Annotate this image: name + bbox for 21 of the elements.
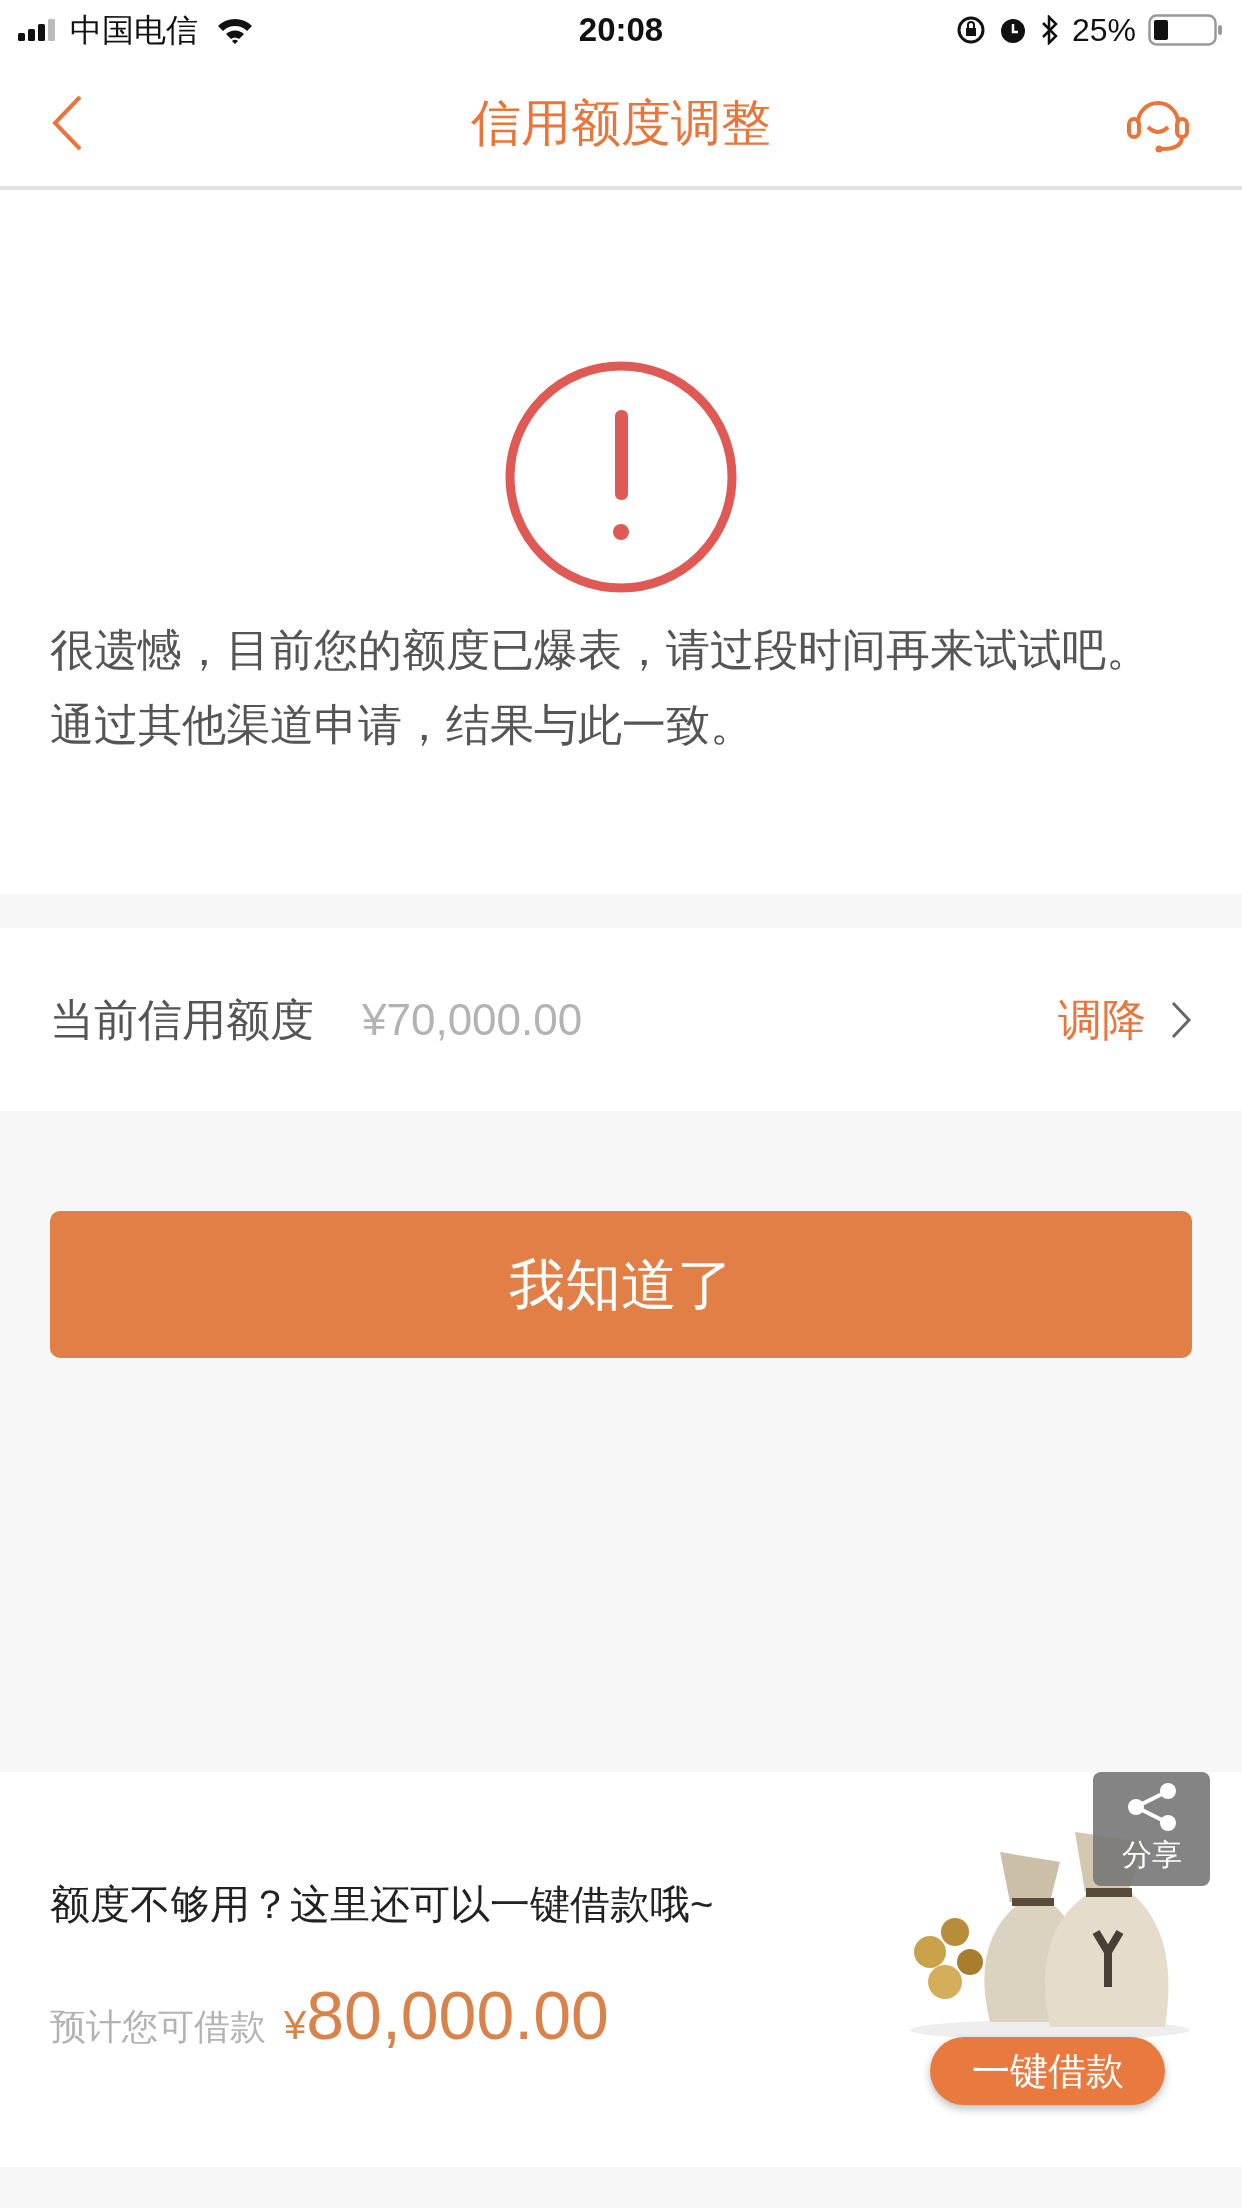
back-icon[interactable] bbox=[50, 94, 84, 152]
promo-headline: 额度不够用？这里还可以一键借款哦~ bbox=[50, 1880, 714, 1928]
clock-time: 20:08 bbox=[578, 10, 664, 51]
error-message: 很遗憾，目前您的额度已爆表，请过段时间再来试试吧。通过其他渠道申请，结果与此一致。 bbox=[49, 624, 1151, 751]
rotation-lock-icon bbox=[955, 15, 986, 45]
credit-limit-label: 当前信用额度 bbox=[50, 993, 314, 1046]
loan-amount: ¥80,000.00 bbox=[284, 1975, 609, 2055]
battery-icon bbox=[1148, 14, 1224, 46]
battery-percent: 25% bbox=[1071, 11, 1136, 50]
wifi-icon bbox=[216, 16, 254, 44]
decrease-link[interactable]: 调降 bbox=[1058, 986, 1192, 1053]
estimate-label: 预计您可借款 bbox=[50, 2004, 266, 2049]
quick-loan-button[interactable]: 一键借款 bbox=[930, 2037, 1165, 2105]
bluetooth-icon bbox=[1039, 15, 1060, 45]
carrier-name: 中国电信 bbox=[70, 11, 198, 50]
share-button[interactable]: 分享 bbox=[1093, 1772, 1210, 1886]
confirm-button[interactable]: 我知道了 bbox=[50, 1211, 1192, 1358]
page-title: 信用额度调整 bbox=[471, 93, 771, 153]
chevron-right-icon bbox=[1170, 999, 1192, 1040]
warning-icon bbox=[504, 360, 738, 594]
credit-limit-amount: ¥70,000.00 bbox=[362, 993, 583, 1046]
